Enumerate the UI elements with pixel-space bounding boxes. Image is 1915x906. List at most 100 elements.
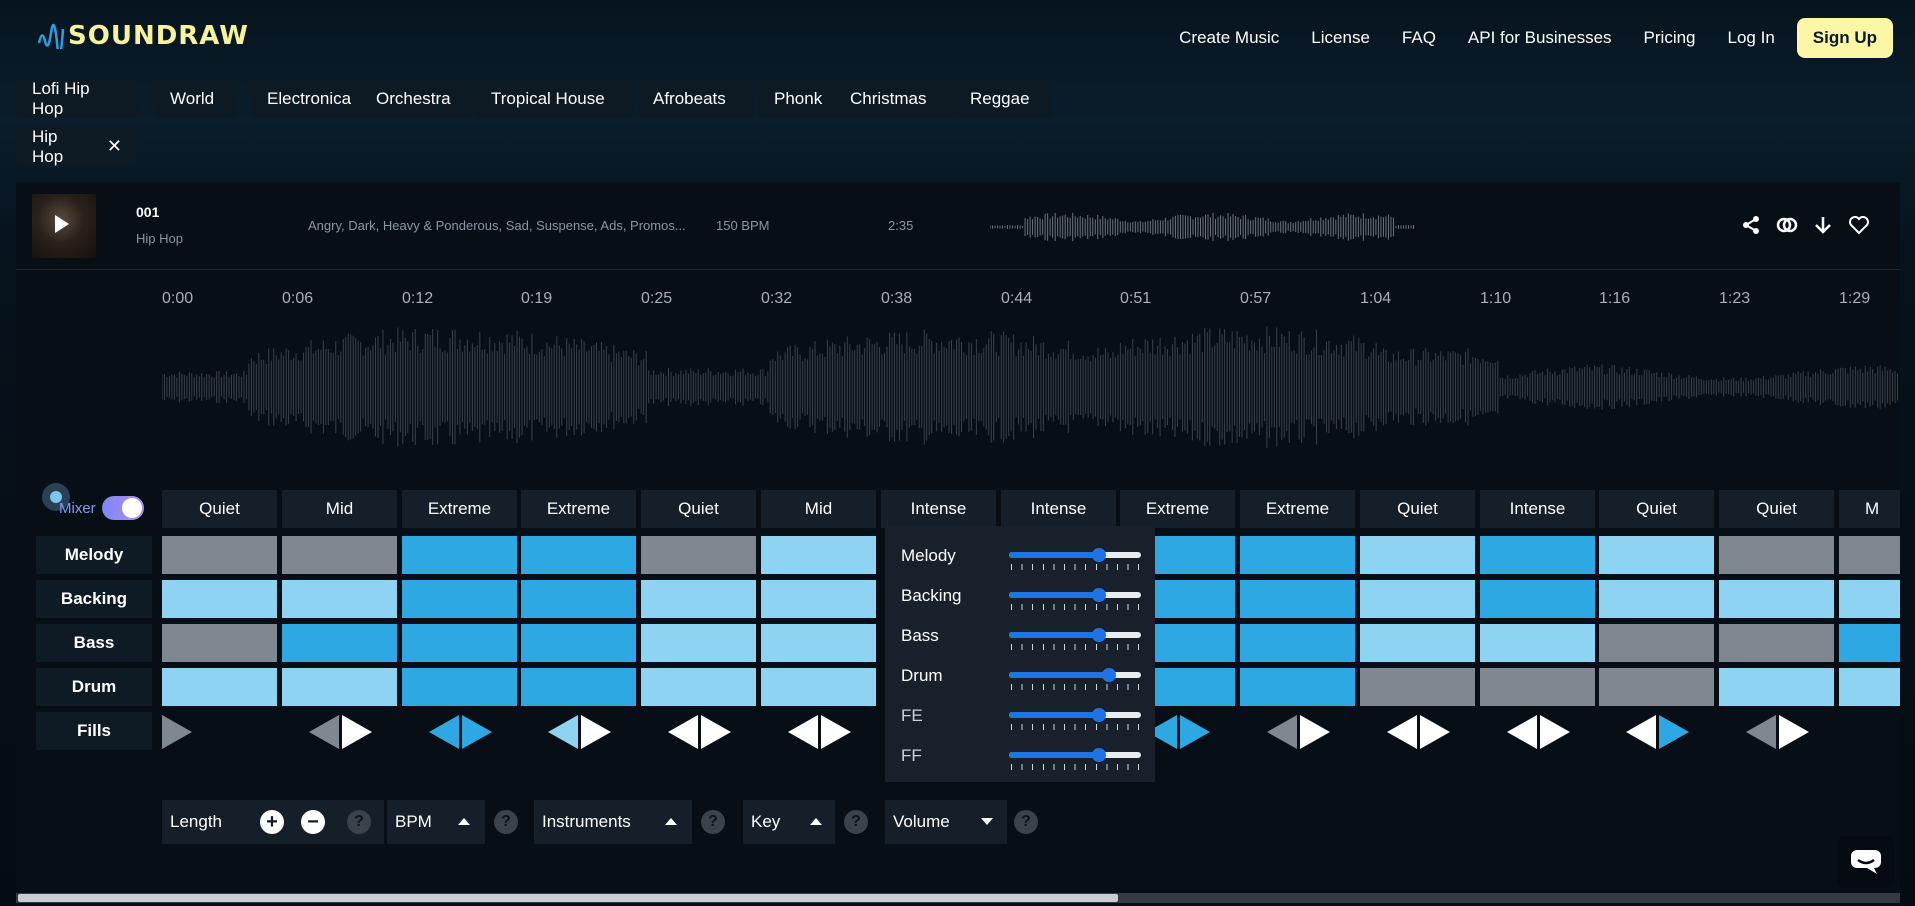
fill-slot[interactable] [282, 713, 397, 751]
fill-left-icon[interactable] [1746, 715, 1776, 749]
grid-cell-backing[interactable] [521, 580, 636, 618]
main-waveform[interactable] [162, 322, 1900, 452]
fill-left-icon[interactable] [1267, 715, 1297, 749]
energy-cell[interactable]: Mid [282, 490, 397, 528]
bpm-control[interactable]: BPM [387, 800, 485, 844]
genre-chip[interactable]: Afrobeats [637, 79, 754, 118]
heart-icon[interactable] [1848, 214, 1870, 236]
energy-cell[interactable]: Quiet [641, 490, 756, 528]
energy-cell[interactable]: Quiet [1360, 490, 1475, 528]
fill-right-icon[interactable] [462, 715, 492, 749]
genre-chip[interactable]: Orchestra [360, 79, 473, 118]
download-icon[interactable] [1812, 214, 1834, 236]
fill-slot[interactable] [1480, 713, 1595, 751]
volume-help-icon[interactable]: ? [1014, 810, 1038, 834]
energy-cell[interactable]: Intense [1001, 490, 1116, 528]
fill-slot[interactable] [1360, 713, 1475, 751]
nav-log-in[interactable]: Log In [1728, 28, 1775, 48]
grid-cell-drum[interactable] [282, 668, 397, 706]
length-plus-button[interactable]: + [260, 810, 284, 834]
volume-slider-knob[interactable] [1091, 548, 1106, 562]
fill-left-icon[interactable] [548, 715, 578, 749]
grid-cell-bass[interactable] [641, 624, 756, 662]
grid-cell-melody[interactable] [1480, 536, 1595, 574]
nav-faq[interactable]: FAQ [1402, 28, 1436, 48]
fill-right-icon[interactable] [1180, 715, 1210, 749]
grid-cell-melody[interactable] [282, 536, 397, 574]
nav-license[interactable]: License [1311, 28, 1370, 48]
grid-cell-melody[interactable] [1599, 536, 1714, 574]
volume-slider-knob[interactable] [1091, 748, 1106, 762]
grid-cell-backing[interactable] [1360, 580, 1475, 618]
fill-right-icon[interactable] [162, 715, 192, 749]
energy-cell[interactable]: Intense [1480, 490, 1595, 528]
grid-cell-melody[interactable] [1839, 536, 1900, 574]
nav-create-music[interactable]: Create Music [1179, 28, 1279, 48]
grid-cell-bass[interactable] [1240, 624, 1355, 662]
nav-pricing[interactable]: Pricing [1644, 28, 1696, 48]
mini-waveform[interactable] [990, 210, 1416, 244]
grid-cell-drum[interactable] [641, 668, 756, 706]
energy-cell[interactable]: Quiet [1599, 490, 1714, 528]
instruments-control[interactable]: Instruments [534, 800, 692, 844]
energy-cell[interactable]: Mid [761, 490, 876, 528]
volume-slider[interactable] [1009, 748, 1141, 770]
fill-right-icon[interactable] [342, 715, 372, 749]
fill-right-icon[interactable] [581, 715, 611, 749]
fill-slot[interactable] [162, 713, 277, 751]
energy-cell[interactable]: Intense [881, 490, 996, 528]
track-row[interactable]: 001 Hip Hop Angry, Dark, Heavy & Pondero… [16, 182, 1900, 270]
share-icon[interactable] [1740, 214, 1762, 236]
fill-left-icon[interactable] [1507, 715, 1537, 749]
grid-cell-drum[interactable] [1599, 668, 1714, 706]
fill-slot[interactable] [521, 713, 636, 751]
grid-cell-drum[interactable] [761, 668, 876, 706]
grid-cell-bass[interactable] [1839, 624, 1900, 662]
volume-slider[interactable] [1009, 628, 1141, 650]
scrollbar-thumb[interactable] [18, 894, 1118, 902]
grid-cell-backing[interactable] [761, 580, 876, 618]
volume-slider[interactable] [1009, 668, 1141, 690]
grid-cell-melody[interactable] [641, 536, 756, 574]
grid-cell-backing[interactable] [1240, 580, 1355, 618]
chat-button[interactable] [1837, 836, 1895, 888]
instruments-help-icon[interactable]: ? [701, 810, 725, 834]
grid-cell-drum[interactable] [1240, 668, 1355, 706]
energy-cell[interactable]: Quiet [1719, 490, 1834, 528]
grid-cell-melody[interactable] [761, 536, 876, 574]
fill-left-icon[interactable] [788, 715, 818, 749]
fill-right-icon[interactable] [1540, 715, 1570, 749]
grid-cell-melody[interactable] [162, 536, 277, 574]
grid-cell-bass[interactable] [761, 624, 876, 662]
track-thumbnail[interactable] [32, 194, 96, 258]
grid-cell-melody[interactable] [402, 536, 517, 574]
genre-chip[interactable]: Phonk [758, 79, 843, 118]
grid-cell-backing[interactable] [402, 580, 517, 618]
grid-cell-melody[interactable] [521, 536, 636, 574]
energy-cell[interactable]: Extreme [1240, 490, 1355, 528]
fill-left-icon[interactable] [1626, 715, 1656, 749]
fill-slot[interactable] [1719, 713, 1834, 751]
active-genre-chip[interactable]: Hip Hop ✕ [16, 127, 138, 166]
fill-right-icon[interactable] [1779, 715, 1809, 749]
grid-cell-melody[interactable] [1240, 536, 1355, 574]
genre-chip[interactable]: Reggae [954, 79, 1052, 118]
grid-cell-backing[interactable] [1599, 580, 1714, 618]
logo[interactable]: SOUNDRAW [38, 16, 249, 56]
volume-slider[interactable] [1009, 588, 1141, 610]
nav-api-for-businesses[interactable]: API for Businesses [1468, 28, 1612, 48]
fill-right-icon[interactable] [1420, 715, 1450, 749]
key-control[interactable]: Key [743, 800, 835, 844]
length-minus-button[interactable]: − [301, 810, 325, 834]
volume-slider[interactable] [1009, 708, 1141, 730]
grid-cell-drum[interactable] [402, 668, 517, 706]
grid-cell-bass[interactable] [1480, 624, 1595, 662]
mixer-toggle[interactable] [102, 496, 144, 520]
grid-cell-backing[interactable] [1719, 580, 1834, 618]
fill-slot[interactable] [641, 713, 756, 751]
grid-cell-drum[interactable] [1719, 668, 1834, 706]
grid-cell-backing[interactable] [1839, 580, 1900, 618]
key-help-icon[interactable]: ? [844, 810, 868, 834]
fill-left-icon[interactable] [309, 715, 339, 749]
grid-cell-bass[interactable] [1719, 624, 1834, 662]
